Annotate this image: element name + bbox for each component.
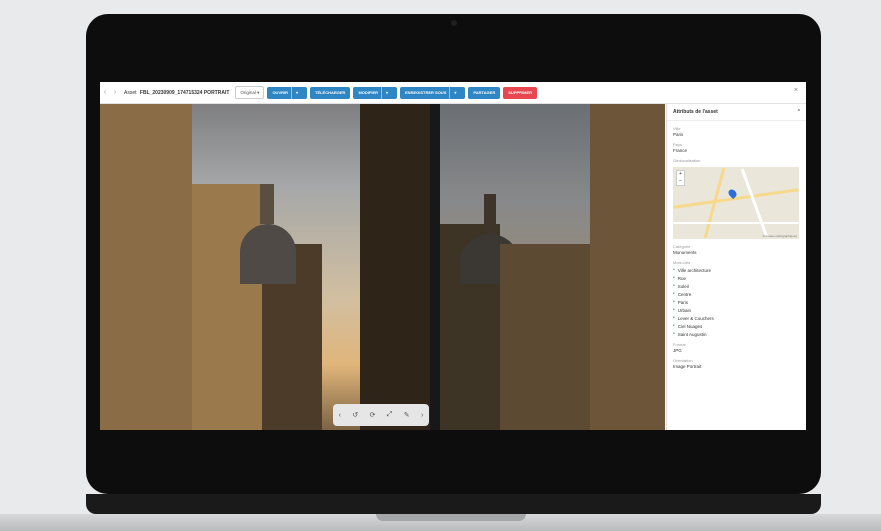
asset-toolbar: ‹ › Asset FBL_20230909_174715324 PORTRAI…	[100, 82, 806, 104]
chevron-left-icon[interactable]: ‹	[100, 89, 110, 96]
bullet-icon: •	[673, 323, 675, 329]
action-buttons: OUVRIR ▾ TÉLÉCHARGER MODIFIER ▾ ENREGISTRER S…	[264, 86, 537, 99]
asset-title: Asset FBL_20230909_174715324 PORTRAIT	[124, 90, 229, 96]
viewer-tool-icon-5[interactable]: ›	[421, 412, 423, 419]
action-button-3[interactable]: ENREGISTRER SOUS ▾	[400, 86, 466, 99]
tags-list: • Ville architecture • Rue • Soleil • Centre • Pa…	[667, 267, 806, 337]
viewer-tool-icon-1[interactable]: ↺	[352, 411, 358, 419]
viewer-tool-icon-4[interactable]: ✎	[404, 411, 410, 419]
action-button-2[interactable]: MODIFIER ▾	[353, 86, 398, 99]
tag-item[interactable]: • Ville architecture	[673, 267, 801, 273]
image-edited	[440, 104, 665, 430]
panel-title: Attributs de l'asset	[673, 109, 718, 115]
viewer-tool-icon-3[interactable]: ⤢	[387, 411, 393, 419]
action-button-label: MODIFIER	[358, 89, 379, 95]
tag-label: Paris	[677, 299, 689, 305]
zoom-out-icon[interactable]: −	[679, 178, 682, 184]
tag-item[interactable]: • Urbain	[673, 307, 801, 313]
action-button-label: TÉLÉCHARGER	[315, 89, 346, 95]
tag-label: Rue	[677, 275, 687, 281]
city-value[interactable]: Paris	[673, 132, 801, 137]
tags-label: Mots-clés	[673, 260, 691, 265]
subject-label: Catégorie	[673, 244, 691, 249]
tag-label: Lever & Couchers	[677, 315, 714, 321]
bullet-icon: •	[673, 291, 675, 297]
map-label: Géolocalisation	[673, 158, 701, 163]
chevron-down-icon[interactable]: ▾	[381, 86, 392, 99]
viewer-toolbar: ‹ ↺ ⟳ ⤢ ✎ ›	[333, 404, 429, 426]
screen: ‹ › Asset FBL_20230909_174715324 PORTRAI…	[100, 82, 806, 430]
action-button-5[interactable]: SUPPRIMER	[503, 86, 537, 99]
attributes-panel: Attributs de l'asset ⌃ Ville Paris Pays …	[666, 104, 806, 430]
tag-label: Ville architecture	[677, 267, 711, 273]
laptop-bezel-bottom	[86, 494, 821, 514]
tag-item[interactable]: • Soleil	[673, 283, 801, 289]
zoom-in-icon[interactable]: +	[679, 171, 682, 177]
asset-label: Asset	[124, 89, 137, 96]
laptop-notch	[376, 514, 526, 521]
action-button-label: OUVRIR	[272, 89, 288, 95]
tag-label: Centre	[677, 291, 692, 297]
tag-item[interactable]: • Paris	[673, 299, 801, 305]
action-button-1[interactable]: TÉLÉCHARGER	[310, 86, 351, 99]
bullet-icon: •	[673, 275, 675, 281]
country-value[interactable]: France	[673, 148, 801, 153]
orientation-label: Orientation	[673, 358, 693, 363]
tag-label: Ciel Nuages	[677, 323, 703, 329]
city-label: Ville	[673, 126, 681, 131]
image-viewer: ‹ ↺ ⟳ ⤢ ✎ ›	[100, 104, 665, 430]
action-button-0[interactable]: OUVRIR ▾	[267, 86, 307, 99]
map-credit: Données cartographiques	[762, 234, 797, 238]
bullet-icon: •	[673, 307, 675, 313]
map-zoom-control[interactable]: + −	[676, 170, 685, 186]
tag-item[interactable]: • Centre	[673, 291, 801, 297]
tag-item[interactable]: • Ciel Nuages	[673, 323, 801, 329]
close-icon[interactable]: ×	[794, 87, 798, 94]
bullet-icon: •	[673, 331, 675, 337]
viewer-tool-icon-0[interactable]: ‹	[339, 412, 341, 419]
tag-label: Saint Augustin	[677, 331, 707, 337]
tag-label: Urbain	[677, 307, 692, 313]
bullet-icon: •	[673, 283, 675, 289]
bullet-icon: •	[673, 267, 675, 273]
tag-item[interactable]: • Lever & Couchers	[673, 315, 801, 321]
webcam-icon	[450, 20, 457, 26]
action-button-label: PARTAGER	[473, 89, 496, 95]
chevron-right-icon[interactable]: ›	[110, 89, 120, 96]
subject-value[interactable]: Monuments	[673, 250, 801, 255]
format-label: Format	[673, 342, 686, 347]
compare-divider[interactable]	[430, 104, 440, 430]
version-select[interactable]: Original ▾	[235, 86, 265, 99]
image-original	[100, 104, 430, 430]
format-value: JPG	[673, 348, 682, 353]
action-button-label: SUPPRIMER	[508, 89, 532, 95]
action-button-4[interactable]: PARTAGER	[468, 86, 501, 99]
viewer-tool-icon-2[interactable]: ⟳	[370, 411, 376, 419]
tag-label: Soleil	[677, 283, 689, 289]
collapse-icon[interactable]: ⌃	[797, 109, 801, 115]
location-map[interactable]: + − Données cartographiques	[673, 167, 799, 239]
tag-item[interactable]: • Rue	[673, 275, 801, 281]
bullet-icon: •	[673, 315, 675, 321]
action-button-label: ENREGISTRER SOUS	[405, 89, 447, 95]
bullet-icon: •	[673, 299, 675, 305]
country-label: Pays	[673, 142, 682, 147]
panel-header[interactable]: Attributs de l'asset ⌃	[667, 104, 806, 121]
asset-name: FBL_20230909_174715324 PORTRAIT	[139, 89, 230, 96]
orientation-value: Image Portrait	[673, 364, 702, 369]
tag-item[interactable]: • Saint Augustin	[673, 331, 801, 337]
version-select-value: Original	[240, 90, 256, 95]
chevron-down-icon[interactable]: ▾	[291, 86, 302, 99]
chevron-down-icon[interactable]: ▾	[449, 86, 460, 99]
